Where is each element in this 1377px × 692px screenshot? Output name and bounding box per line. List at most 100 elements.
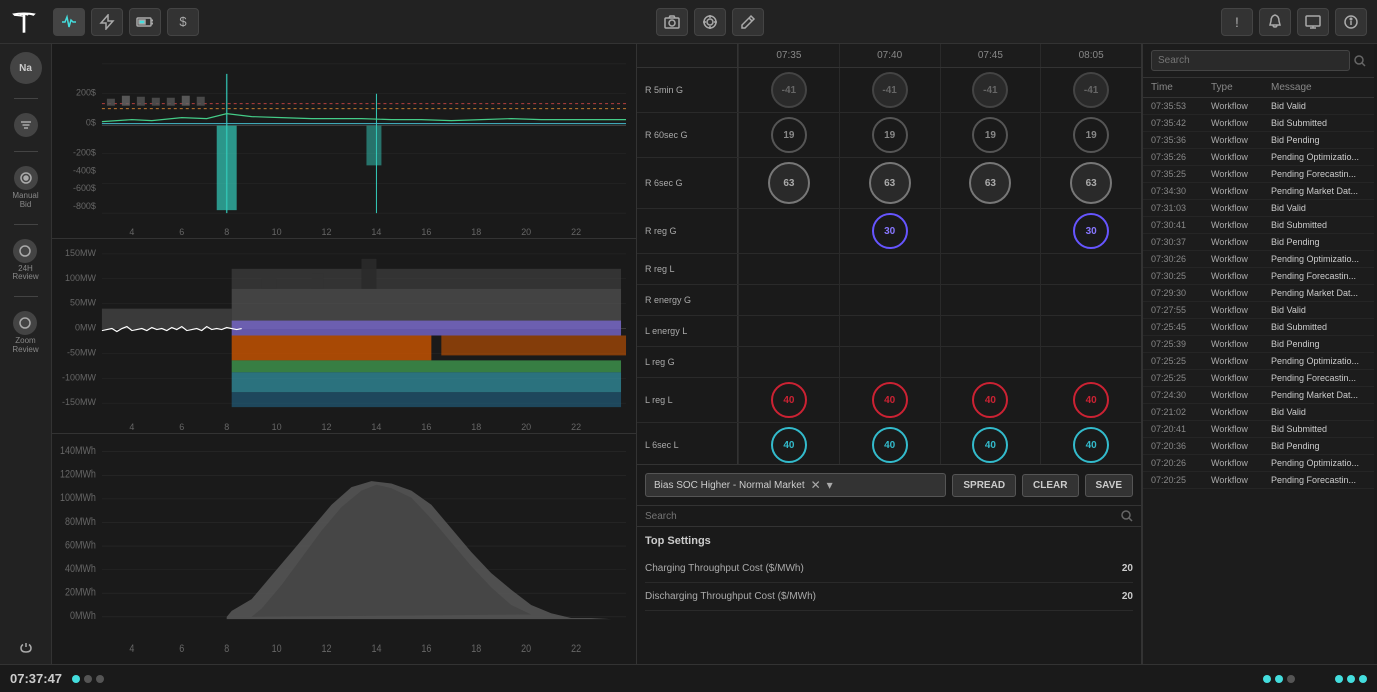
settings-content: Top Settings Charging Throughput Cost ($… [637,527,1141,664]
bid-row-r60secg: R 60sec G 19 19 19 19 [637,113,1141,158]
log-entry-time: 07:30:37 [1151,237,1211,247]
log-entry-message: Pending Forecastin... [1271,271,1366,281]
settings-search-bar [637,506,1141,527]
svg-text:16: 16 [421,227,431,237]
svg-text:10: 10 [272,227,282,237]
status-dots [72,675,104,683]
nav-icons-center [656,8,764,36]
svg-text:14: 14 [371,227,381,237]
log-col-type: Type [1211,82,1271,93]
battery-nav-btn[interactable] [129,8,161,36]
log-entry-message: Bid Valid [1271,407,1366,417]
status-dot-1 [72,675,80,683]
save-button[interactable]: SAVE [1085,474,1134,497]
svg-text:18: 18 [471,644,481,656]
bid-time-headers: 07:35 07:40 07:45 08:05 [737,44,1141,67]
log-entry-time: 07:24:30 [1151,390,1211,400]
log-entry-time: 07:25:39 [1151,339,1211,349]
settings-tag-arrow[interactable]: ▾ [827,478,833,492]
settings-search-input[interactable] [645,511,1121,522]
svg-text:20: 20 [521,227,531,237]
svg-text:100MWh: 100MWh [60,493,96,505]
log-entry-message: Bid Pending [1271,339,1366,349]
monitor-nav-btn[interactable] [1297,8,1329,36]
bid-row-l6secl: L 6sec L 40 40 40 40 [637,423,1141,464]
settings-row-discharging: Discharging Throughput Cost ($/MWh) 20 [645,583,1133,611]
sidebar-item-manual-bid[interactable]: ManualBid [12,166,38,210]
log-entry-type: Workflow [1211,271,1271,281]
svg-text:8: 8 [224,227,229,237]
bid-row-lenergyL: L energy L [637,316,1141,347]
center-column: 07:35 07:40 07:45 08:05 R 5min G -41 -41 [637,44,1142,664]
dollar-chart-svg: 200$ 0$ -200$ -400$ -600$ -800$ [52,44,636,238]
log-entry-time: 07:30:41 [1151,220,1211,230]
log-entry-type: Workflow [1211,203,1271,213]
sidebar-item-filter[interactable] [14,113,38,137]
target-nav-btn[interactable] [694,8,726,36]
svg-text:140MWh: 140MWh [60,445,96,457]
log-entry-message: Bid Valid [1271,203,1366,213]
svg-text:-400$: -400$ [73,165,96,175]
svg-text:12: 12 [322,227,332,237]
dollar-icon: $ [179,14,186,29]
log-entry: 07:27:55 Workflow Bid Valid [1143,302,1374,319]
bid-table-area: 07:35 07:40 07:45 08:05 R 5min G -41 -41 [637,44,1141,464]
pulse-nav-btn[interactable] [53,8,85,36]
settings-toolbar: Bias SOC Higher - Normal Market ✕ ▾ SPRE… [637,465,1141,506]
camera-nav-btn[interactable] [656,8,688,36]
bid-table-header: 07:35 07:40 07:45 08:05 [637,44,1141,68]
pen-nav-btn[interactable] [732,8,764,36]
sidebar-power-btn[interactable] [20,641,32,656]
log-entry: 07:20:25 Workflow Pending Forecastin... [1143,472,1374,489]
log-entry-time: 07:29:30 [1151,288,1211,298]
log-search-bar [1143,44,1374,78]
zap-nav-btn[interactable] [91,8,123,36]
settings-tag-label: Bias SOC Higher - Normal Market [654,480,805,491]
log-entry-type: Workflow [1211,458,1271,468]
clear-button[interactable]: CLEAR [1022,474,1078,497]
svg-text:16: 16 [421,644,431,656]
log-entry-time: 07:35:26 [1151,152,1211,162]
log-entry-message: Pending Forecastin... [1271,169,1366,179]
log-entries-list: 07:35:53 Workflow Bid Valid 07:35:42 Wor… [1143,98,1374,664]
dollar-nav-btn[interactable]: $ [167,8,199,36]
settings-discharging-label: Discharging Throughput Cost ($/MWh) [645,591,816,602]
bell-nav-btn[interactable] [1259,8,1291,36]
settings-panel: Bias SOC Higher - Normal Market ✕ ▾ SPRE… [637,464,1141,664]
svg-text:50MW: 50MW [70,298,96,308]
log-entry-message: Bid Pending [1271,237,1366,247]
svg-text:40MWh: 40MWh [65,563,96,575]
svg-text:-800$: -800$ [73,201,96,211]
sidebar-item-zoom-review[interactable]: ZoomReview [12,311,38,355]
left-charts-column: 200$ 0$ -200$ -400$ -600$ -800$ [52,44,637,664]
log-entry-message: Pending Optimizatio... [1271,254,1366,264]
right-log-panel: Time Type Message 07:35:53 Workflow Bid … [1142,44,1374,664]
main-content: Na ManualBid [0,44,1377,664]
svg-text:4: 4 [129,227,134,237]
log-search-icon [1354,55,1366,67]
svg-text:8: 8 [224,422,229,432]
mwh-chart-svg: 140MWh 120MWh 100MWh 80MWh 60MWh 40MWh 2… [52,434,636,664]
svg-text:22: 22 [571,422,581,432]
log-entry-message: Pending Market Dat... [1271,288,1366,298]
dollar-chart: 200$ 0$ -200$ -400$ -600$ -800$ [52,44,636,239]
settings-charging-label: Charging Throughput Cost ($/MWh) [645,563,804,574]
info-nav-btn[interactable] [1335,8,1367,36]
log-col-time: Time [1151,82,1211,93]
log-entry: 07:35:53 Workflow Bid Valid [1143,98,1374,115]
svg-text:16: 16 [421,422,431,432]
svg-text:12: 12 [322,644,332,656]
log-entry-type: Workflow [1211,118,1271,128]
alert-nav-btn[interactable]: ! [1221,8,1253,36]
sidebar-item-24h-review[interactable]: 24HReview [12,239,38,283]
settings-tag-close[interactable]: ✕ [811,478,821,492]
log-search-input[interactable] [1151,50,1350,71]
bid-time-07:40: 07:40 [839,44,940,67]
user-avatar[interactable]: Na [10,52,42,84]
log-entry: 07:35:42 Workflow Bid Submitted [1143,115,1374,132]
log-entry: 07:24:30 Workflow Pending Market Dat... [1143,387,1374,404]
spread-button[interactable]: SPREAD [952,474,1016,497]
log-entry: 07:20:41 Workflow Bid Submitted [1143,421,1374,438]
log-entry-time: 07:20:25 [1151,475,1211,485]
log-entry-type: Workflow [1211,288,1271,298]
